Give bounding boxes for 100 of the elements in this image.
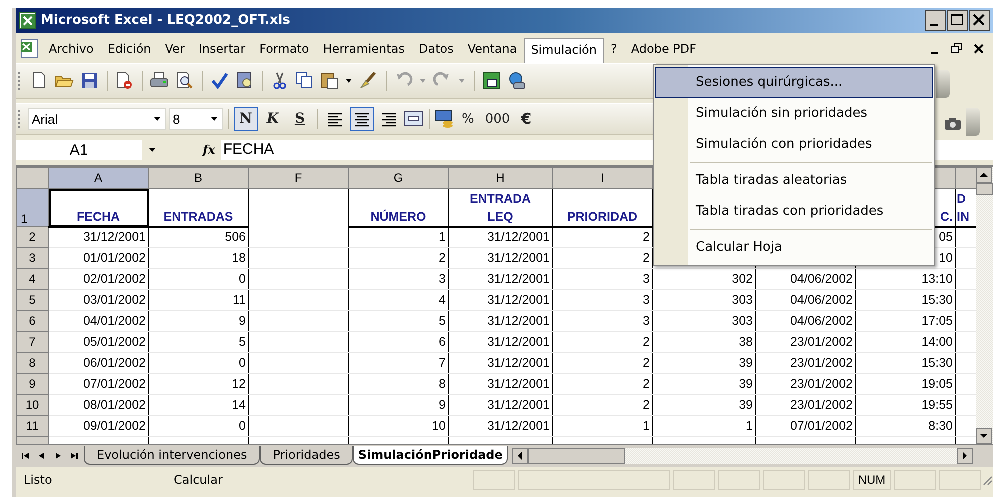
table-cell: 31/12/2001 [448, 226, 552, 248]
row-header[interactable]: 8 [16, 352, 48, 374]
column-header[interactable]: G [348, 168, 448, 188]
menu-item[interactable]: Herramientas [316, 38, 412, 60]
column-header[interactable]: I [552, 168, 652, 188]
table-cell: 12 [148, 374, 248, 394]
menu-item[interactable]: Simulación [524, 38, 604, 62]
scroll-left-icon[interactable] [512, 448, 528, 464]
table-cell: 02/01/2002 [48, 268, 148, 290]
clipboard-icon[interactable] [320, 71, 340, 91]
sheet-tab[interactable]: Prioridades [260, 446, 354, 465]
close-icon[interactable] [969, 10, 990, 31]
table-cell: 14 [148, 394, 248, 416]
number-format-button[interactable]: € [517, 107, 536, 131]
row-header[interactable]: 4 [16, 268, 48, 290]
menu-item[interactable]: Ventana [460, 38, 524, 60]
menu-item[interactable]: Formato [252, 38, 316, 60]
menu-item[interactable]: Datos [412, 38, 461, 60]
row-header[interactable]: 10 [16, 394, 48, 416]
style-button[interactable]: K [261, 107, 285, 131]
resize-grip-icon[interactable] [981, 474, 993, 486]
scroll-down-icon[interactable] [976, 428, 992, 444]
sheet-tab[interactable]: SimulaciónPrioridade [353, 446, 508, 465]
name-box[interactable]: A1 [16, 140, 142, 160]
table-cell: 23/01/2002 [756, 332, 856, 352]
number-format-button[interactable]: 000 [481, 107, 514, 131]
scroll-up-icon[interactable] [976, 167, 992, 183]
first-sheet-icon[interactable] [20, 450, 32, 462]
menu-item[interactable]: Archivo [42, 38, 101, 60]
scrollbar-thumb[interactable] [976, 183, 993, 195]
table-cell: 31/12/2001 [448, 416, 552, 436]
status-pane [763, 470, 805, 490]
status-pane [808, 470, 850, 490]
table-cell: 04/01/2002 [48, 310, 148, 332]
active-cell[interactable]: FECHA [48, 188, 148, 226]
column-header[interactable]: H [448, 168, 552, 188]
document-icon[interactable] [115, 71, 135, 91]
toolbar-overflow-button[interactable] [936, 70, 950, 98]
column-header[interactable]: B [148, 168, 248, 188]
font-size-dropdown[interactable]: 8 [169, 108, 223, 130]
minimize-icon[interactable] [925, 10, 946, 31]
scrollbar-thumb[interactable] [528, 448, 625, 464]
table-cell: 302 [652, 268, 756, 290]
camera-icon[interactable] [944, 116, 962, 132]
row-header[interactable]: 3 [16, 248, 48, 268]
status-text: Calcular [174, 473, 224, 487]
table-cell: 2 [552, 332, 652, 352]
last-sheet-icon[interactable] [68, 450, 80, 462]
column-header[interactable]: A [48, 168, 148, 188]
align-center-icon[interactable] [353, 110, 371, 128]
table-cell: 31/12/2001 [448, 248, 552, 268]
status-pane [473, 470, 515, 490]
checkmark-icon[interactable] [210, 71, 230, 91]
style-button[interactable]: N [234, 107, 258, 131]
function-button[interactable]: fx [203, 143, 216, 157]
table-cell: 23/01/2002 [756, 374, 856, 394]
table-cell: 8:30 [856, 416, 956, 436]
copy-icon[interactable] [295, 71, 315, 91]
column-title[interactable]: ENTRADAS [148, 188, 248, 226]
horizontal-scrollbar[interactable] [512, 448, 973, 464]
column-header[interactable]: F [248, 168, 348, 188]
globe-icon[interactable] [507, 71, 527, 91]
scroll-right-icon[interactable] [957, 448, 973, 464]
sheet-tab[interactable]: Evolución intervenciones [84, 446, 260, 465]
menu-item[interactable]: Insertar [192, 38, 253, 60]
column-title[interactable]: ENTRADA LEQ [448, 188, 552, 226]
font-dropdown[interactable]: Arial [28, 108, 166, 130]
menu-item[interactable]: Ver [158, 38, 192, 60]
row-header[interactable]: 6 [16, 310, 48, 332]
number-format-button[interactable]: % [458, 107, 478, 131]
row-header[interactable]: 5 [16, 290, 48, 310]
select-all-corner[interactable] [16, 168, 48, 188]
table-cell: 08/01/2002 [48, 394, 148, 416]
maximize-icon[interactable] [947, 10, 968, 31]
menu-item[interactable]: Adobe PDF [624, 38, 704, 60]
merge-center-icon[interactable] [404, 109, 424, 129]
menu-item[interactable]: ? [604, 38, 624, 60]
menu-item[interactable]: Sesiones quirúrgicas... [655, 67, 933, 98]
table-cell: 4 [348, 290, 448, 310]
restore-icon[interactable] [951, 43, 963, 55]
menu-item[interactable]: Simulación sin prioridades [655, 98, 933, 129]
align-left-icon[interactable] [326, 110, 344, 128]
row-header[interactable]: 2 [16, 226, 48, 248]
vertical-scrollbar[interactable] [976, 167, 993, 444]
table-cell: 303 [652, 290, 756, 310]
style-button[interactable]: S [288, 107, 312, 131]
table-cell: 31/12/2001 [448, 310, 552, 332]
menu-item[interactable]: Edición [100, 38, 158, 60]
menu-item[interactable]: Tabla tiradas aleatorias [655, 165, 933, 196]
close-icon[interactable] [973, 43, 985, 55]
row-header[interactable]: 9 [16, 374, 48, 394]
row-header[interactable]: 11 [16, 416, 48, 436]
row-header[interactable]: 7 [16, 332, 48, 352]
brush-icon[interactable] [359, 71, 379, 91]
magnifier-icon[interactable] [175, 71, 195, 91]
align-right-icon[interactable] [380, 110, 398, 128]
menu-item[interactable]: Tabla tiradas con prioridades [655, 196, 933, 227]
coins-icon[interactable] [435, 109, 455, 129]
column-title[interactable]: NÚMERO [348, 188, 448, 226]
row-header[interactable]: 1 [16, 188, 48, 226]
